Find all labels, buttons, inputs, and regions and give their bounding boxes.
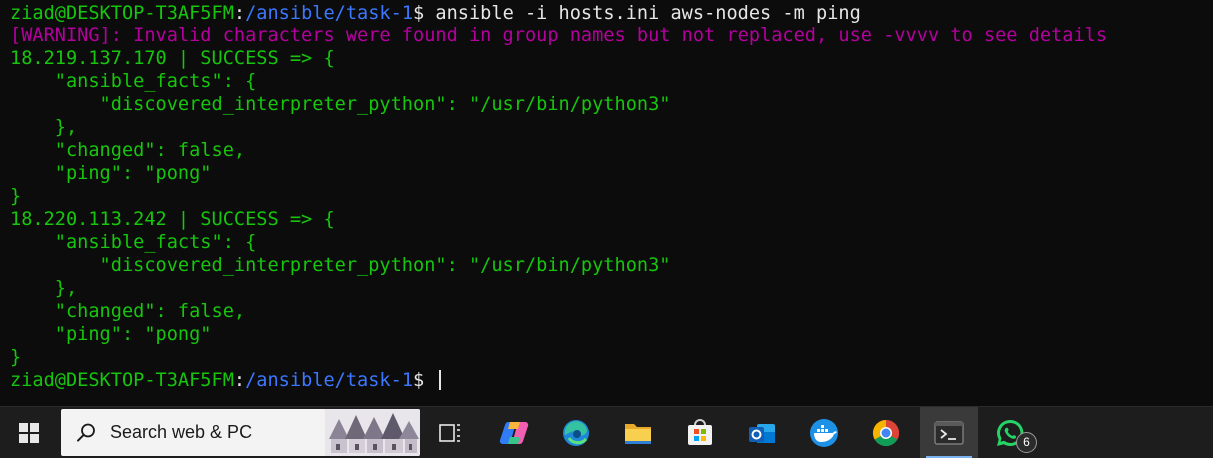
- prompt-line[interactable]: ziad@DESKTOP-T3AF5FM:/ansible/task-1$: [10, 369, 442, 392]
- microsoft-store-button[interactable]: [674, 407, 726, 458]
- search-box[interactable]: Search web & PC: [61, 409, 420, 456]
- output-line: "changed": false,: [10, 140, 246, 161]
- outlook-button[interactable]: [736, 407, 788, 458]
- warning-line: [WARNING]: Invalid characters were found…: [10, 25, 1108, 46]
- prompt-user-host: ziad@DESKTOP-T3AF5FM: [10, 3, 234, 24]
- prompt-user-host: ziad@DESKTOP-T3AF5FM: [10, 370, 234, 391]
- output-line: },: [10, 278, 78, 299]
- chrome-icon: [872, 419, 900, 446]
- output-line: "discovered_interpreter_python": "/usr/b…: [10, 255, 671, 276]
- output-line: "discovered_interpreter_python": "/usr/b…: [10, 94, 671, 115]
- edge-icon: [563, 419, 589, 446]
- terminal-icon: [934, 420, 964, 445]
- file-explorer-button[interactable]: [612, 407, 664, 458]
- output-line: "ping": "pong": [10, 163, 212, 184]
- output-line: "ping": "pong": [10, 324, 212, 345]
- output-line: "ansible_facts": {: [10, 232, 257, 253]
- command-line: ziad@DESKTOP-T3AF5FM:/ansible/task-1$ an…: [10, 2, 861, 25]
- copilot-button[interactable]: [488, 407, 540, 458]
- output-line: "changed": false,: [10, 301, 246, 322]
- prompt-path: /ansible/task-1: [245, 370, 414, 391]
- prompt-path: /ansible/task-1: [245, 3, 414, 24]
- edge-button[interactable]: [550, 407, 602, 458]
- outlook-icon: [749, 423, 775, 443]
- output-line: 18.220.113.242 | SUCCESS => {: [10, 209, 335, 230]
- start-button[interactable]: [4, 407, 54, 458]
- output-line: },: [10, 117, 78, 138]
- docker-button[interactable]: [798, 407, 850, 458]
- taskbar: Search web & PC 6: [0, 406, 1213, 458]
- text-cursor: [439, 370, 442, 390]
- task-view-icon: [439, 423, 460, 442]
- output-line: "ansible_facts": {: [10, 71, 257, 92]
- chrome-button[interactable]: [860, 407, 912, 458]
- command-text: ansible -i hosts.ini aws-nodes -m ping: [435, 3, 861, 24]
- output-line: }: [10, 347, 22, 368]
- search-placeholder: Search web & PC: [110, 422, 253, 442]
- prompt-symbol: $: [413, 3, 436, 24]
- terminal-window[interactable]: ziad@DESKTOP-T3AF5FM:/ansible/task-1$ an…: [0, 0, 1213, 406]
- search-highlight-image: [325, 409, 420, 456]
- notification-badge: 6: [1016, 432, 1037, 453]
- prompt-colon: :: [233, 370, 246, 391]
- copilot-icon: [499, 421, 529, 444]
- docker-icon: [810, 418, 838, 447]
- output-line: }: [10, 186, 22, 207]
- prompt-symbol: $: [413, 370, 436, 391]
- terminal-button[interactable]: [920, 407, 978, 458]
- windows-start-icon: [19, 422, 39, 443]
- microsoft-store-icon: [688, 418, 712, 445]
- output-line: 18.219.137.170 | SUCCESS => {: [10, 48, 335, 69]
- file-explorer-icon: [625, 423, 651, 444]
- task-view-button[interactable]: [424, 407, 476, 458]
- search-icon: [77, 423, 95, 442]
- prompt-colon: :: [233, 3, 246, 24]
